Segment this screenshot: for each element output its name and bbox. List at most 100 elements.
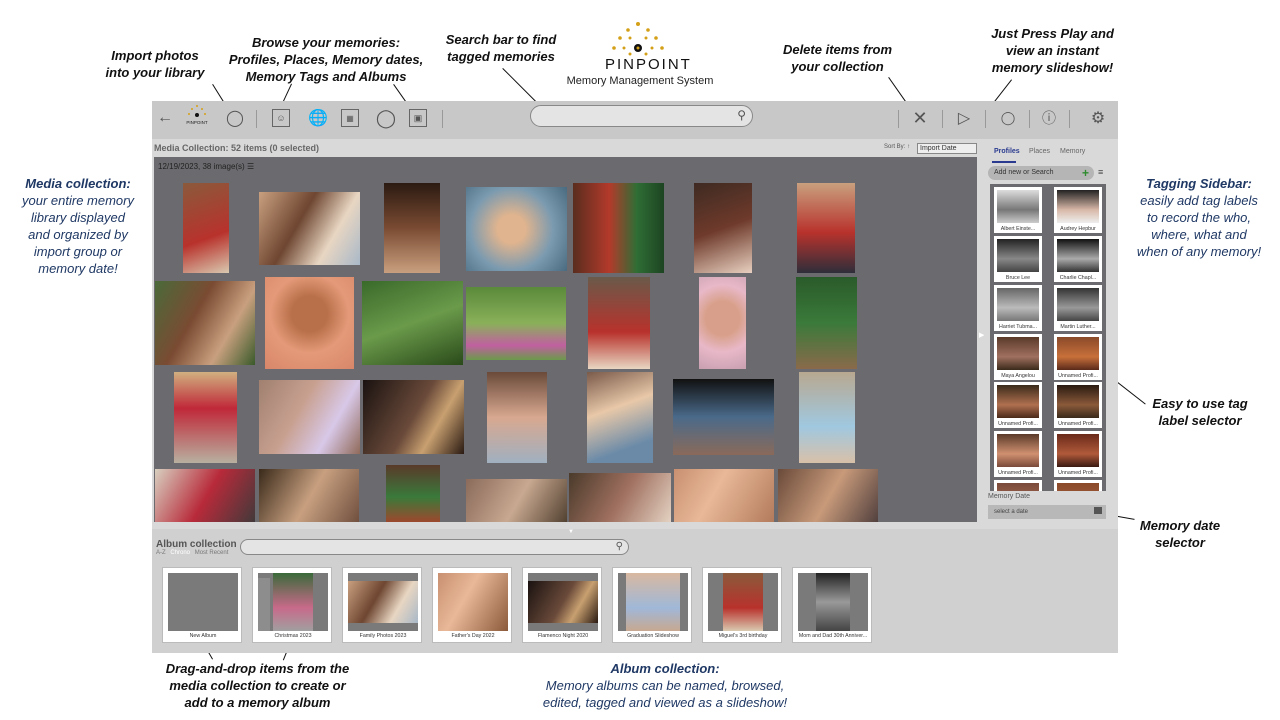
tab-memory[interactable]: Memory — [1060, 148, 1085, 155]
back-arrow-icon[interactable]: ← — [154, 107, 176, 129]
album-sort-options: A-Z Chrono Most Recent — [156, 550, 228, 556]
profile-card[interactable]: Harriet Tubma... — [994, 285, 1042, 331]
sort-by-select[interactable]: Import Date — [917, 143, 977, 154]
media-thumbnail[interactable] — [588, 277, 650, 369]
main-search-input[interactable]: ⚲ — [530, 105, 753, 127]
media-thumbnail[interactable] — [384, 183, 440, 273]
profile-card[interactable]: Maya Angelou — [994, 334, 1042, 380]
album-name: Graduation Slideshow — [627, 633, 679, 639]
profile-card[interactable]: Bruce Lee — [994, 236, 1042, 282]
help-icon[interactable]: ⓘ — [1038, 107, 1060, 129]
profile-name: Martin Luther... — [1060, 324, 1096, 330]
album-card[interactable]: Graduation Slideshow — [612, 567, 692, 643]
media-thumbnail[interactable] — [362, 281, 463, 365]
profile-photo — [1057, 337, 1099, 370]
media-thumbnail[interactable] — [363, 380, 464, 454]
tag-icon[interactable]: ◯ — [375, 107, 397, 129]
media-thumbnail[interactable] — [466, 479, 567, 522]
media-thumbnail[interactable] — [466, 187, 567, 271]
media-thumbnail[interactable] — [694, 183, 752, 273]
profiles-icon[interactable]: ☺ — [272, 109, 290, 127]
tab-places[interactable]: Places — [1029, 148, 1050, 155]
profile-card[interactable]: Unnamed Profi... — [1054, 431, 1102, 477]
media-thumbnail[interactable] — [265, 277, 354, 369]
import-group-header[interactable]: 12/19/2023, 38 image(s) ☰ — [158, 162, 254, 171]
media-thumbnail[interactable] — [673, 379, 774, 455]
memory-date-input[interactable]: select a date — [988, 505, 1106, 519]
media-thumbnail[interactable] — [174, 372, 237, 463]
album-cover — [348, 573, 418, 631]
toolbar-divider — [1069, 110, 1070, 128]
media-thumbnail[interactable] — [183, 183, 229, 273]
profile-card[interactable]: Martin Luther... — [1054, 285, 1102, 331]
profile-search-input[interactable]: Add new or Search — [988, 166, 1094, 180]
media-thumbnail[interactable] — [699, 277, 746, 369]
album-card[interactable]: Miguel's 3rd birthday — [702, 567, 782, 643]
import-icon[interactable]: ◯ — [224, 107, 246, 129]
media-thumbnail[interactable] — [587, 372, 653, 463]
toolbar-divider — [898, 110, 899, 128]
add-profile-icon[interactable]: + — [1082, 166, 1089, 180]
sort-a-z[interactable]: A-Z — [156, 550, 166, 556]
album-name: Family Photos 2023 — [359, 633, 407, 639]
profile-photo — [1057, 288, 1099, 321]
comment-icon[interactable]: ◯ — [997, 107, 1019, 129]
media-thumbnail[interactable] — [259, 380, 360, 454]
toolbar-divider — [1029, 110, 1030, 128]
profile-card-partial[interactable] — [1054, 480, 1102, 491]
sort-most-recent[interactable]: Most Recent — [195, 550, 229, 556]
media-thumbnail[interactable] — [797, 183, 855, 273]
album-card[interactable]: Flamenco Night 2020 — [522, 567, 602, 643]
album-card[interactable]: Family Photos 2023 — [342, 567, 422, 643]
menu-icon[interactable]: ≡ — [1098, 167, 1103, 177]
media-thumbnail[interactable] — [466, 287, 566, 360]
settings-icon[interactable]: ⚙ — [1087, 107, 1109, 129]
album-icon[interactable]: ▣ — [409, 109, 427, 127]
profile-card-partial[interactable] — [994, 480, 1042, 491]
album-card[interactable]: Father's Day 2022 — [432, 567, 512, 643]
profile-card[interactable]: Audrey Hepbur — [1054, 187, 1102, 233]
splitter-handle-icon[interactable]: ▼ — [568, 529, 574, 535]
album-cover — [618, 573, 688, 631]
profile-card[interactable]: Albert Einste... — [994, 187, 1042, 233]
media-thumbnail[interactable] — [155, 281, 255, 365]
media-thumbnail[interactable] — [259, 469, 359, 522]
media-thumbnail[interactable] — [778, 469, 878, 522]
logo-wordmark: PINPOINT — [605, 56, 692, 73]
album-card[interactable]: Mom and Dad 30th Anniver... — [792, 567, 872, 643]
album-card[interactable]: New Album — [162, 567, 242, 643]
profile-card[interactable]: Unnamed Profi... — [1054, 382, 1102, 428]
media-thumbnail[interactable] — [386, 465, 440, 522]
profile-photo — [1057, 483, 1099, 491]
calendar-icon[interactable]: ▦ — [341, 109, 359, 127]
album-cover — [798, 573, 868, 631]
album-search-input[interactable]: ⚲ — [240, 539, 629, 555]
media-thumbnail[interactable] — [259, 192, 360, 265]
media-thumbnail[interactable] — [487, 372, 547, 463]
callout-import: Import photos into your library — [105, 48, 205, 80]
sort-chrono[interactable]: Chrono — [170, 550, 190, 556]
callout-tagging-title: Tagging Sidebar: — [1146, 176, 1252, 191]
profile-name: Unnamed Profi... — [1058, 470, 1098, 476]
album-card[interactable]: Christmas 2023 — [252, 567, 332, 643]
calendar-icon[interactable] — [1094, 507, 1102, 514]
media-thumbnail[interactable] — [674, 469, 774, 522]
profile-photo — [997, 483, 1039, 491]
profile-photo — [997, 385, 1039, 418]
play-icon[interactable]: ▷ — [953, 107, 975, 129]
media-thumbnail[interactable] — [155, 469, 255, 522]
profile-card[interactable]: Charlie Chapl... — [1054, 236, 1102, 282]
media-thumbnail[interactable] — [796, 277, 857, 369]
profile-card[interactable]: Unnamed Profi... — [1054, 334, 1102, 380]
album-name: Christmas 2023 — [274, 633, 312, 639]
media-thumbnail[interactable] — [799, 372, 855, 463]
toolbar: ← PINPOINT ◯ ☺ 🌐 ▦ ◯ ▣ ⚲ ✕ ▷ ◯ ⓘ ⚙ — [152, 101, 1118, 139]
profile-card[interactable]: Unnamed Profi... — [994, 431, 1042, 477]
globe-icon[interactable]: 🌐 — [307, 107, 329, 129]
delete-icon[interactable]: ✕ — [909, 107, 931, 129]
profile-card[interactable]: Unnamed Profi... — [994, 382, 1042, 428]
media-thumbnail[interactable] — [569, 473, 671, 522]
media-thumbnail[interactable] — [573, 183, 664, 273]
tab-profiles[interactable]: Profiles — [994, 148, 1020, 155]
profile-photo — [1057, 239, 1099, 272]
